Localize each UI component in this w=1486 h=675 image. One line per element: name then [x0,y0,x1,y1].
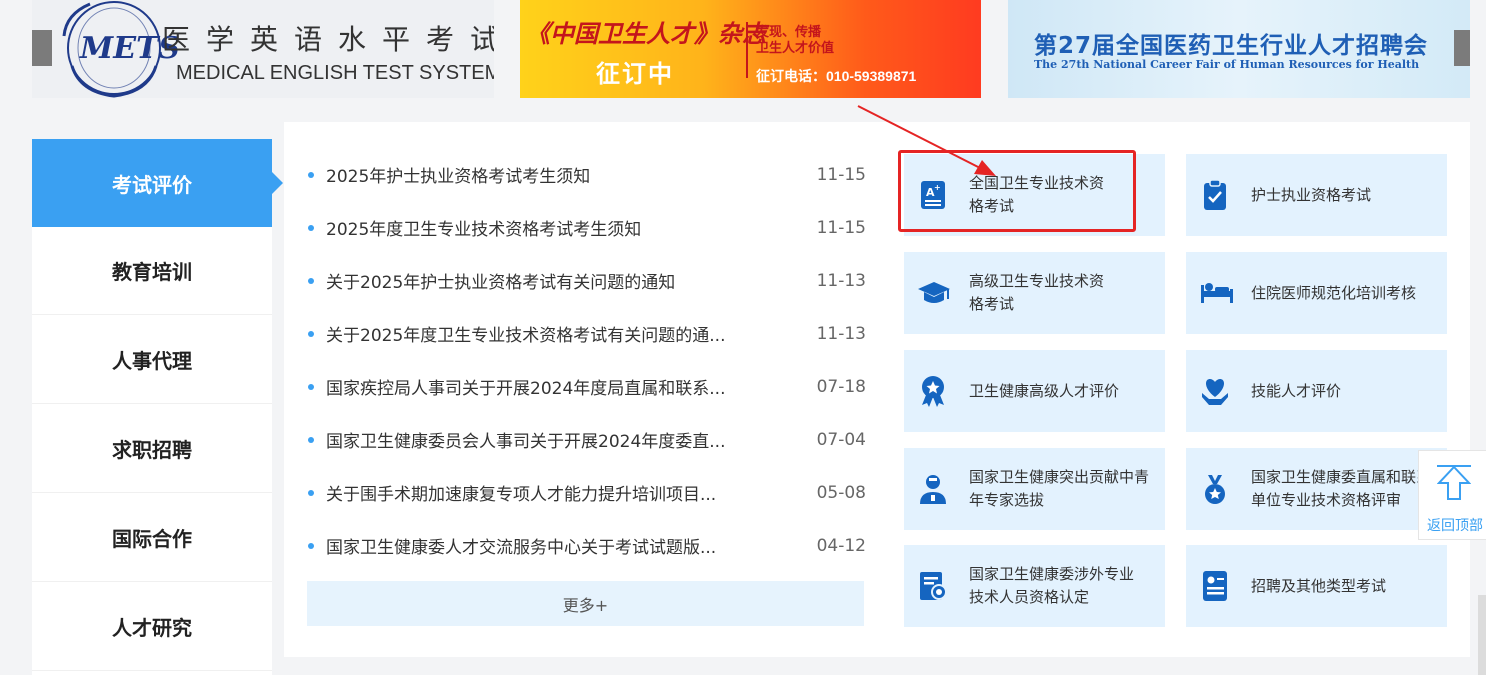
tile-label: 国家卫生健康委涉外专业技术人员资格认定 [969,565,1135,606]
back-to-top-button[interactable]: 返回顶部 [1418,450,1486,540]
sidebar-item-talent-research[interactable]: 人才研究 [32,583,272,671]
exam-tile-direct-unit-review[interactable]: 国家卫生健康委直属和联系单位专业技术资格评审 [1186,448,1447,530]
exam-tile-young-expert-selection[interactable]: 国家卫生健康突出贡献中青年专家选拔 [904,448,1165,530]
exam-tile-foreign-qualification[interactable]: 国家卫生健康委涉外专业技术人员资格认定 [904,545,1165,627]
medal-icon [1205,475,1225,504]
tile-label: 高级卫生专业技术资格考试 [969,272,1105,313]
sidebar-item-job-recruitment[interactable]: 求职招聘 [32,405,272,493]
tile-label: 国家卫生健康突出贡献中青年专家选拔 [969,468,1150,509]
exam-tile-resident-training[interactable]: 住院医师规范化培训考核 [1186,252,1447,334]
certificate-icon [920,572,947,600]
graduation-cap-icon [918,282,950,303]
news-title: 国家疾控局人事司关于开展2024年度局直属和联系... [326,379,726,399]
magazine-banner[interactable]: 《中国卫生人才》杂志 征订中 发现、传播 卫生人才价值 征订电话：010-593… [520,0,981,98]
mets-banner[interactable]: METS 医学英语水平考试 MEDICAL ENGLISH TEST SYSTE… [32,0,494,98]
news-date: 05-08 [816,482,866,503]
news-date: 07-04 [816,429,866,450]
bullet [308,224,314,231]
list-item[interactable]: 关于2025年护士执业资格考试有关问题的通知 11-13 [306,254,866,307]
award-ribbon-icon [922,376,944,407]
scrollbar[interactable] [1478,595,1486,675]
banner-edge [1454,30,1470,66]
sidebar-item-exam-evaluation[interactable]: 考试评价 [32,139,283,227]
news-date: 11-15 [816,217,866,238]
career-fair-banner[interactable]: 第27届全国医药卫生行业人才招聘会 The 27th National Care… [1008,0,1470,98]
bullet [308,489,314,496]
bullet [308,330,314,337]
sidebar-item-education-training[interactable]: 教育培训 [32,227,272,315]
mets-title-cn: 医学英语水平考试 [162,23,494,56]
news-title: 关于围手术期加速康复专项人才能力提升培训项目... [326,485,717,505]
fair-subtitle: The 27th National Career Fair of Human R… [1034,58,1420,71]
magazine-subtitle: 征订中 [596,60,674,88]
magazine-title: 《中国卫生人才》杂志 [526,19,766,48]
banner-edge [32,30,52,66]
news-title: 国家卫生健康委员会人事司关于开展2024年度委直... [326,432,726,452]
annotation-arrow-icon [857,105,996,176]
arrow-up-icon [1437,465,1471,500]
bullet [308,542,314,549]
exam-tile-nurse-license[interactable]: 护士执业资格考试 [1186,154,1447,236]
category-sidebar: 考试评价 教育培训 人事代理 求职招聘 国际合作 人才研究 [32,139,283,675]
list-item[interactable]: 2025年度卫生专业技术资格考试考生须知 11-15 [306,201,866,254]
list-item[interactable]: 国家卫生健康委人才交流服务中心关于考试试题版... 04-12 [306,519,866,572]
doctor-icon [920,475,946,504]
news-date: 07-18 [816,376,866,397]
back-to-top-label: 返回顶部 [1427,518,1483,534]
tile-label: 国家卫生健康委直属和联系单位专业技术资格评审 [1251,468,1432,509]
exam-tile-senior-talent-evaluation[interactable]: 卫生健康高级人才评价 [904,350,1165,432]
bullet [308,277,314,284]
magazine-divider [746,22,748,78]
news-title: 国家卫生健康委人才交流服务中心关于考试试题版... [326,538,717,558]
list-item[interactable]: 2025年护士执业资格考试考生须知 11-15 [306,148,866,201]
news-title: 2025年护士执业资格考试考生须知 [326,167,591,187]
exam-tile-senior-health-qualification[interactable]: 高级卫生专业技术资格考试 [904,252,1165,334]
list-item[interactable]: 国家疾控局人事司关于开展2024年度局直属和联系... 07-18 [306,360,866,413]
exam-tile-skill-talent-evaluation[interactable]: 技能人才评价 [1186,350,1447,432]
bullet [308,171,314,178]
bullet [308,383,314,390]
exam-tile-recruitment-other[interactable]: 招聘及其他类型考试 [1186,545,1447,627]
sidebar-item-international-cooperation[interactable]: 国际合作 [32,494,272,582]
news-title: 关于2025年度卫生专业技术资格考试有关问题的通... [326,326,726,346]
id-card-icon [1203,571,1227,601]
news-title: 2025年度卫生专业技术资格考试考生须知 [326,220,642,240]
list-item[interactable]: 关于围手术期加速康复专项人才能力提升培训项目... 05-08 [306,466,866,519]
tile-label: 卫生健康高级人才评价 [969,381,1120,400]
news-date: 11-13 [816,270,866,291]
clipboard-check-icon [1204,179,1226,210]
magazine-phone: 征订电话：010-59389871 [756,68,917,84]
bullet [308,436,314,443]
list-item[interactable]: 国家卫生健康委员会人事司关于开展2024年度委直... 07-04 [306,413,866,466]
news-date: 11-13 [816,323,866,344]
list-item[interactable]: 关于2025年度卫生专业技术资格考试有关问题的通... 11-13 [306,307,866,360]
tile-label: 住院医师规范化培训考核 [1251,283,1417,302]
mets-title-en: MEDICAL ENGLISH TEST SYSTEM [176,62,494,84]
tile-label: 技能人才评价 [1251,381,1342,400]
more-news-button[interactable]: 更多+ [307,581,864,626]
tile-label: 护士执业资格考试 [1251,185,1372,204]
fair-title: 第27届全国医药卫生行业人才招聘会 [1034,33,1429,59]
heart-hand-icon [1202,379,1228,405]
sidebar-item-personnel-agency[interactable]: 人事代理 [32,316,272,404]
magazine-slogan: 发现、传播 卫生人才价值 [756,24,835,55]
news-title: 关于2025年护士执业资格考试有关问题的通知 [326,273,676,293]
news-date: 04-12 [816,535,866,556]
hospital-bed-icon [1201,283,1233,303]
mets-logo-icon: METS [62,1,178,98]
tile-label: 招聘及其他类型考试 [1251,576,1387,595]
